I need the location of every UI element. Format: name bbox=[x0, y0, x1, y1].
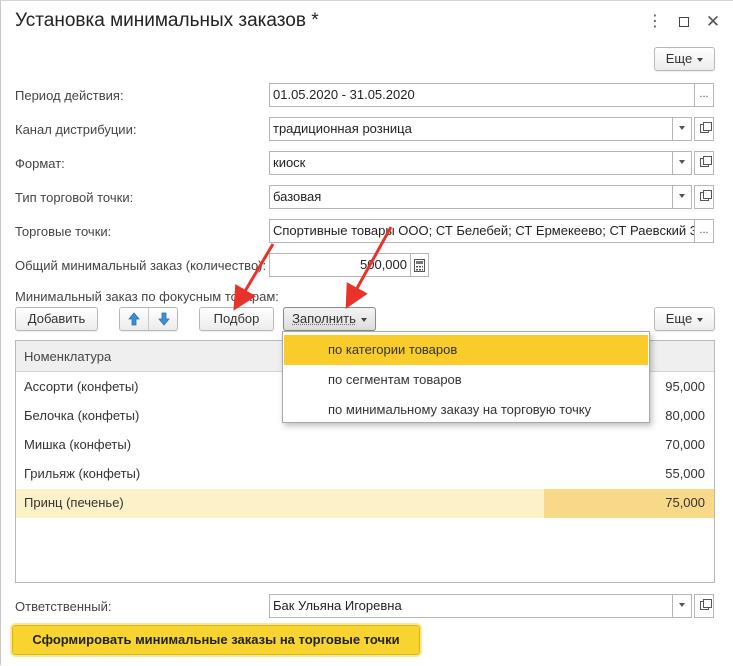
focus-section-label: Минимальный заказ по фокусным товарам: bbox=[15, 289, 279, 304]
form-title: Установка минимальных заказов * bbox=[15, 10, 319, 31]
open-icon bbox=[699, 189, 712, 201]
period-select-button[interactable]: ... bbox=[694, 83, 714, 107]
table-more-label: Еще bbox=[665, 311, 693, 326]
menu-item-by-category[interactable]: по категории товаров bbox=[284, 335, 648, 365]
row-value: 75,000 bbox=[665, 495, 705, 510]
open-icon bbox=[699, 121, 712, 133]
menu-item-by-min-order[interactable]: по минимальному заказу на торговую точку bbox=[284, 395, 648, 425]
channel-label: Канал дистрибуции: bbox=[15, 122, 137, 137]
outlet-type-dropdown-button[interactable] bbox=[672, 185, 692, 209]
responsible-field[interactable]: Бак Ульяна Игоревна bbox=[269, 594, 673, 618]
table-more-button[interactable]: Еще bbox=[654, 307, 715, 331]
chevron-down-icon bbox=[697, 317, 704, 322]
row-name: Грильяж (конфеты) bbox=[24, 466, 141, 481]
pick-button[interactable]: Подбор bbox=[199, 307, 274, 331]
channel-open-button[interactable] bbox=[694, 117, 714, 141]
outlet-type-open-button[interactable] bbox=[694, 185, 714, 209]
row-value: 55,000 bbox=[665, 466, 705, 481]
format-field[interactable]: киоск bbox=[269, 151, 673, 175]
channel-dropdown-button[interactable] bbox=[672, 117, 692, 141]
period-label: Период действия: bbox=[15, 88, 124, 103]
menu-item-by-segments[interactable]: по сегментам товаров bbox=[284, 365, 648, 395]
fill-button-label: Заполнить bbox=[292, 311, 356, 326]
outlets-label: Торговые точки: bbox=[15, 224, 112, 239]
add-button[interactable]: Добавить bbox=[15, 307, 98, 331]
maximize-icon[interactable] bbox=[675, 13, 693, 31]
arrow-up-icon bbox=[128, 312, 140, 326]
chevron-down-icon bbox=[679, 194, 685, 199]
row-name: Ассорти (конфеты) bbox=[24, 379, 139, 394]
more-button-label: Еще bbox=[665, 51, 693, 66]
row-name: Мишка (конфеты) bbox=[24, 437, 132, 452]
outlet-type-label: Тип торговой точки: bbox=[15, 190, 134, 205]
format-label: Формат: bbox=[15, 156, 65, 171]
more-actions-icon[interactable]: ⋮ bbox=[645, 13, 663, 31]
channel-field[interactable]: традиционная розница bbox=[269, 117, 673, 141]
table-row[interactable]: Грильяж (конфеты) 55,000 bbox=[16, 460, 714, 489]
open-icon bbox=[699, 155, 712, 167]
period-field[interactable]: 01.05.2020 - 31.05.2020 bbox=[269, 83, 695, 107]
move-down-button[interactable] bbox=[149, 308, 178, 330]
more-button[interactable]: Еще bbox=[654, 47, 715, 71]
format-open-button[interactable] bbox=[694, 151, 714, 175]
chevron-down-icon bbox=[697, 57, 704, 62]
chevron-down-icon bbox=[679, 160, 685, 165]
row-name: Белочка (конфеты) bbox=[24, 408, 140, 423]
outlets-field[interactable]: Спортивные товары ООО; СТ Белебей; СТ Ер… bbox=[269, 219, 695, 243]
close-icon[interactable]: ✕ bbox=[704, 13, 722, 31]
chevron-down-icon bbox=[679, 603, 685, 608]
format-dropdown-button[interactable] bbox=[672, 151, 692, 175]
chevron-down-icon bbox=[360, 317, 367, 322]
column-header-nomenclature: Номенклатура bbox=[24, 349, 112, 364]
fill-button[interactable]: Заполнить bbox=[283, 307, 376, 331]
row-value: 95,000 bbox=[665, 379, 705, 394]
responsible-label: Ответственный: bbox=[15, 599, 112, 614]
arrow-down-icon bbox=[157, 312, 170, 326]
outlets-select-button[interactable]: ... bbox=[694, 219, 714, 243]
generate-orders-button[interactable]: Сформировать минимальные заказы на торго… bbox=[10, 623, 422, 657]
responsible-dropdown-button[interactable] bbox=[672, 594, 692, 618]
table-row-selected[interactable]: Принц (печенье) 75,000 bbox=[16, 489, 714, 518]
chevron-down-icon bbox=[679, 126, 685, 131]
total-min-label: Общий минимальный заказ (количество): bbox=[15, 258, 267, 273]
calculator-button[interactable] bbox=[410, 253, 429, 277]
move-up-button[interactable] bbox=[120, 308, 149, 330]
total-min-field[interactable]: 500,000 bbox=[269, 253, 411, 277]
calculator-icon bbox=[414, 259, 425, 272]
fill-dropdown-menu: по категории товаров по сегментам товаро… bbox=[282, 331, 650, 423]
row-name: Принц (печенье) bbox=[24, 495, 124, 510]
row-value: 70,000 bbox=[665, 437, 705, 452]
form-window: Установка минимальных заказов * ⋮ ✕ Еще … bbox=[0, 0, 733, 665]
open-icon bbox=[699, 598, 712, 610]
table-row[interactable]: Мишка (конфеты) 70,000 bbox=[16, 431, 714, 460]
row-value: 80,000 bbox=[665, 408, 705, 423]
move-buttons bbox=[119, 307, 178, 331]
outlet-type-field[interactable]: базовая bbox=[269, 185, 673, 209]
responsible-open-button[interactable] bbox=[694, 594, 714, 618]
